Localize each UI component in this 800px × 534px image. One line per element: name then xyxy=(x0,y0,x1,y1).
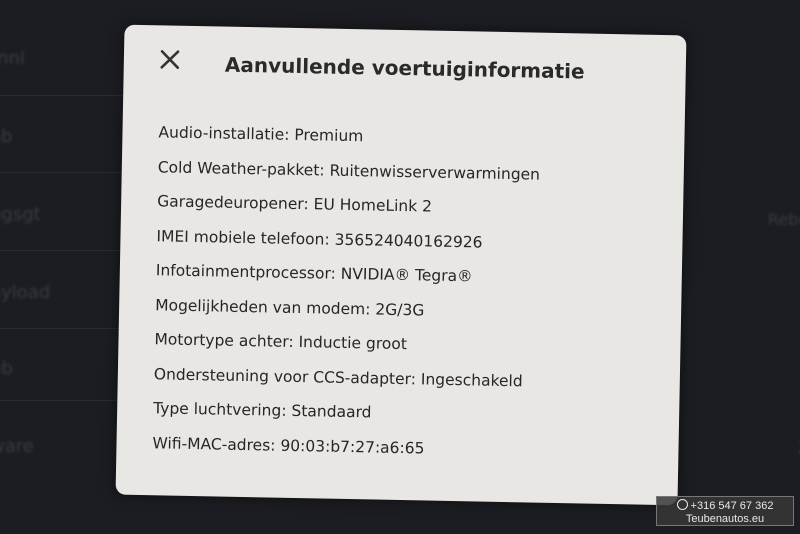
info-value: 90:03:b7:27:a6:65 xyxy=(280,436,425,457)
background-divider xyxy=(0,400,130,401)
info-value: NVIDIA® Tegra® xyxy=(340,264,473,286)
watermark-site: Teubenautos.eu xyxy=(685,513,765,525)
info-label: Mogelijkheden van modem xyxy=(155,295,366,318)
vehicle-info-modal: Aanvullende voertuiginformatie Audio-ins… xyxy=(115,24,687,506)
info-label: Ondersteuning voor CCS-adapter xyxy=(153,364,411,388)
dealer-watermark: +316 547 67 362 Teubenautos.eu xyxy=(656,496,794,526)
info-value: Ingeschakeld xyxy=(420,369,523,390)
background-divider xyxy=(0,328,130,329)
background-text: ayload xyxy=(0,282,51,303)
info-value: Premium xyxy=(294,125,364,146)
info-value: 2G/3G xyxy=(375,300,425,319)
info-list: Audio-installatie: Premium Cold Weather-… xyxy=(152,121,541,473)
whatsapp-icon xyxy=(676,499,688,510)
background-divider xyxy=(0,250,130,251)
info-label: Audio-installatie xyxy=(158,123,285,144)
info-label: Infotainmentprocessor xyxy=(155,261,331,283)
info-item-wifi-mac: Wifi-MAC-adres: 90:03:b7:27:a6:65 xyxy=(152,433,425,457)
background-text: ngsgt xyxy=(0,204,41,225)
background-text: ab xyxy=(0,126,13,147)
info-label: Type luchtvering xyxy=(153,399,282,420)
background-divider xyxy=(0,95,130,96)
info-value: Ruitenwisserverwarmingen xyxy=(329,161,541,184)
info-label: Garagedeuropener xyxy=(157,192,304,214)
background-divider xyxy=(0,172,130,173)
background-text: ub xyxy=(0,358,13,379)
info-label: IMEI mobiele telefoon xyxy=(156,226,325,249)
info-label: Cold Weather-pakket xyxy=(157,157,320,179)
info-value: Inductie groot xyxy=(298,333,408,354)
modal-title: Aanvullende voertuiginformatie xyxy=(224,52,585,84)
info-label: Motortype achter xyxy=(154,330,289,351)
info-value: 356524040162926 xyxy=(334,230,483,252)
background-text: ware xyxy=(0,436,34,457)
watermark-phone: +316 547 67 362 xyxy=(690,500,774,512)
background-text: Rebo xyxy=(767,210,800,229)
info-label: Wifi-MAC-adres xyxy=(152,433,271,455)
info-value: EU HomeLink 2 xyxy=(313,195,433,216)
info-value: Standaard xyxy=(291,401,372,422)
background-text: rnnl xyxy=(0,48,25,69)
